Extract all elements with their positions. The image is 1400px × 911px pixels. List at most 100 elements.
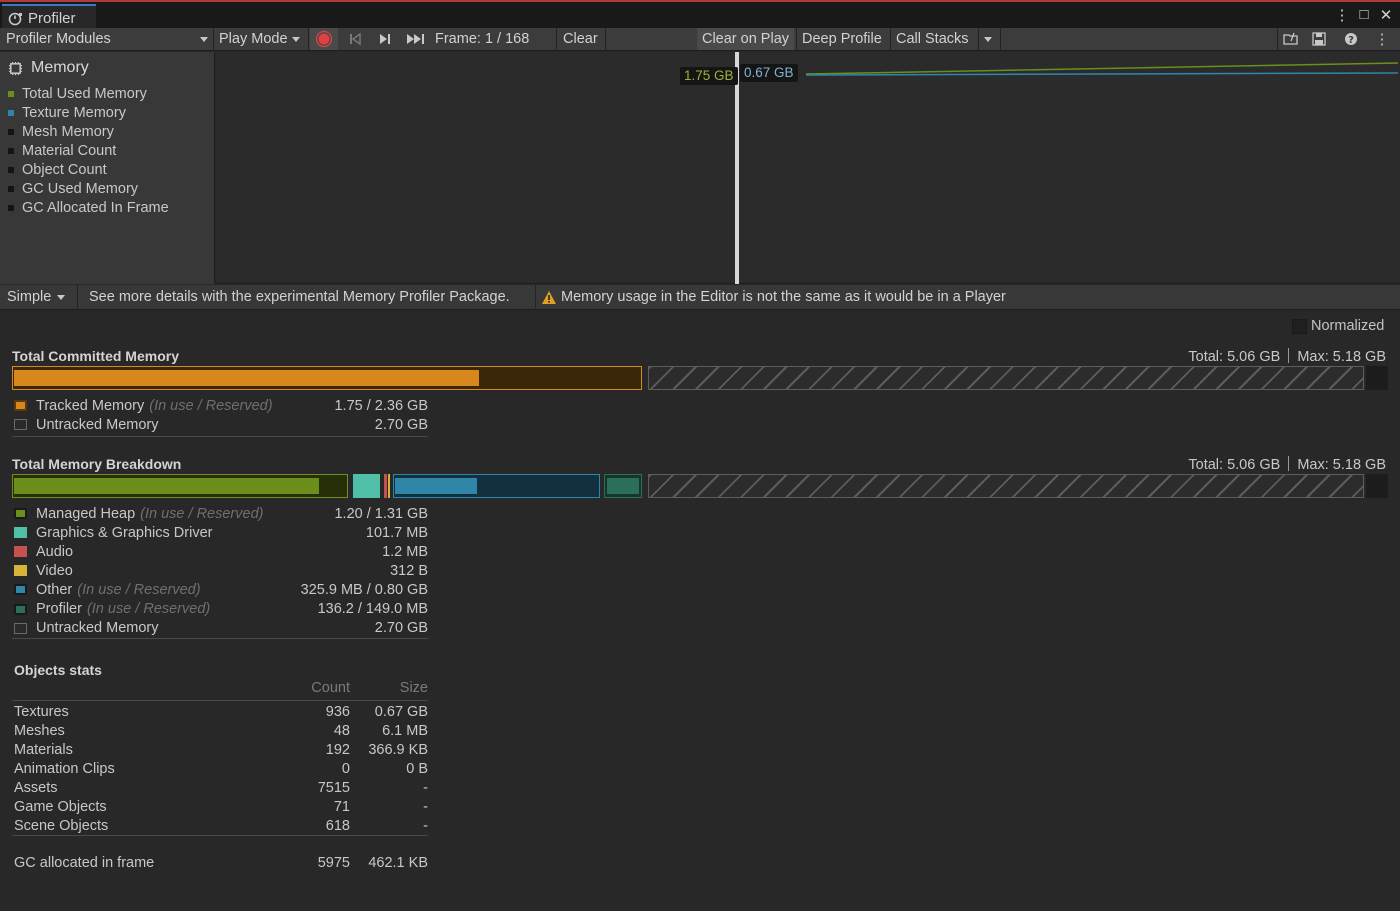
stat-size: 366.9 KB: [368, 741, 428, 758]
profiler-bar[interactable]: [604, 474, 642, 498]
breakdown-max: Max: 5.18 GB: [1297, 457, 1386, 473]
untracked-memory-bar[interactable]: [648, 366, 1364, 390]
normalized-label: Normalized: [1311, 318, 1385, 334]
call-stacks-toggle[interactable]: Call Stacks: [896, 28, 969, 50]
untracked-swatch: [14, 419, 27, 430]
other-bar[interactable]: [393, 474, 600, 498]
normalized-checkbox[interactable]: [1292, 318, 1307, 334]
breakdown-swatch: [14, 546, 27, 558]
committed-memory-title: Total Committed Memory: [12, 348, 179, 364]
breakdown-row: Managed Heap (In use / Reserved) 1.20 / 1.…: [14, 504, 428, 523]
untracked-value: 2.70 GB: [374, 416, 428, 433]
profiler-icon: [8, 12, 22, 26]
clear-on-play-toggle[interactable]: Clear on Play: [697, 28, 794, 50]
memory-profiler-package-link[interactable]: See more details with the experimental M…: [89, 285, 510, 310]
clear-button[interactable]: Clear: [563, 28, 598, 50]
stat-count: 0: [341, 760, 350, 777]
untracked-label: Untracked Memory: [36, 416, 159, 433]
breakdown-total: Total: 5.06 GB: [1188, 457, 1281, 473]
help-button[interactable]: ?: [1339, 28, 1363, 50]
committed-total: Total: 5.06 GB: [1188, 349, 1281, 365]
view-mode-label: Simple: [7, 289, 52, 305]
count-column-header: Count: [311, 679, 350, 696]
objects-stats-row: Materials 192 366.9 KB: [14, 740, 428, 759]
breakdown-row: Profiler (In use / Reserved) 136.2 / 149.0…: [14, 600, 428, 619]
module-series-item[interactable]: Texture Memory: [8, 103, 169, 122]
breakdown-label: Graphics & Graphics Driver: [36, 524, 213, 541]
module-series-item[interactable]: GC Used Memory: [8, 179, 169, 198]
other-in-use-fill: [395, 478, 477, 494]
record-button[interactable]: [310, 28, 338, 50]
deep-profile-toggle[interactable]: Deep Profile: [802, 28, 882, 50]
next-frame-button[interactable]: [371, 28, 399, 50]
module-series-item[interactable]: GC Allocated In Frame: [8, 198, 169, 217]
objects-stats-row: Meshes 48 6.1 MB: [14, 721, 428, 740]
step-forward-icon: [380, 34, 390, 44]
chart-canvas: [735, 52, 1399, 284]
memory-details-panel: Normalized Total Committed Memory Total:…: [0, 311, 1400, 911]
module-series-item[interactable]: Material Count: [8, 141, 169, 160]
committed-totals: Total: 5.06 GB Max: 5.18 GB: [1188, 348, 1386, 365]
breakdown-swatch: [14, 527, 27, 539]
breakdown-value: 101.7 MB: [365, 524, 428, 541]
series-label: Mesh Memory: [22, 123, 114, 140]
close-icon[interactable]: ✕: [1378, 6, 1394, 24]
view-mode-dropdown[interactable]: Simple: [7, 285, 66, 310]
profiler-modules-dropdown[interactable]: Profiler Modules: [6, 28, 211, 50]
module-series-item[interactable]: Total Used Memory: [8, 84, 169, 103]
warning-icon: [542, 291, 556, 304]
last-frame-button[interactable]: [401, 28, 431, 50]
tracked-memory-bar[interactable]: [12, 366, 642, 390]
memory-module-header[interactable]: Memory: [8, 58, 89, 78]
chevron-down-icon: [984, 36, 992, 42]
profiler-toolbar: Profiler Modules Play Mode Frame: 1 / 16…: [0, 28, 1400, 51]
series-color-swatch: [8, 147, 14, 154]
editor-memory-warning: Memory usage in the Editor is not the sa…: [541, 285, 1006, 310]
call-stacks-dropdown[interactable]: [982, 28, 998, 50]
graphics-bar[interactable]: [353, 474, 380, 498]
stat-size: -: [423, 817, 428, 834]
breakdown-title: Total Memory Breakdown: [12, 456, 182, 472]
objects-stats-row: Scene Objects 618 -: [14, 816, 428, 835]
breakdown-value: 312 B: [390, 562, 428, 579]
module-series-item[interactable]: Mesh Memory: [8, 122, 169, 141]
stat-label: Meshes: [14, 722, 65, 739]
tab-label: Profiler: [28, 9, 76, 27]
stat-label: Materials: [14, 741, 73, 758]
series-color-swatch: [8, 90, 14, 97]
breakdown-label: Other: [36, 581, 73, 598]
tab-profiler[interactable]: Profiler: [2, 4, 96, 30]
gc-count: 5975: [317, 854, 350, 871]
objects-stats-row: Game Objects 71 -: [14, 797, 428, 816]
breakdown-value: 136.2 / 149.0 MB: [317, 601, 428, 617]
video-bar[interactable]: [388, 474, 390, 498]
stat-count: 7515: [317, 779, 350, 796]
breakdown-swatch: [14, 603, 27, 615]
breakdown-row: Graphics & Graphics Driver 101.7 MB: [14, 523, 428, 542]
more-options-icon[interactable]: ⋮: [1334, 6, 1350, 24]
first-frame-button[interactable]: [341, 28, 369, 50]
load-button[interactable]: [1279, 28, 1303, 50]
stat-size: -: [423, 798, 428, 815]
normalized-toggle[interactable]: Normalized: [1292, 318, 1384, 334]
managed-heap-bar[interactable]: [12, 474, 348, 498]
chevron-down-icon: [200, 37, 208, 42]
toolbar-more-icon[interactable]: ⋮: [1372, 28, 1392, 50]
memory-chart[interactable]: 1.75 GB 0.67 GB: [216, 52, 1400, 284]
save-button[interactable]: [1307, 28, 1331, 50]
play-mode-dropdown[interactable]: Play Mode: [219, 28, 300, 50]
stat-size: 6.1 MB: [382, 722, 428, 739]
folder-open-icon: [1283, 32, 1298, 45]
module-series-item[interactable]: Object Count: [8, 160, 169, 179]
frame-cursor[interactable]: [735, 52, 739, 284]
breakdown-untracked-bar[interactable]: [648, 474, 1364, 498]
stat-label: Game Objects: [14, 798, 107, 815]
breakdown-label: Profiler: [36, 601, 82, 617]
audio-bar[interactable]: [384, 474, 387, 498]
maximize-icon[interactable]: □: [1356, 6, 1372, 24]
stat-count: 936: [325, 703, 350, 720]
tracked-value: 1.75 / 2.36 GB: [334, 397, 428, 414]
help-icon: ?: [1345, 33, 1357, 46]
objects-stats-title: Objects stats: [14, 662, 102, 678]
breakdown-row: Audio 1.2 MB: [14, 542, 428, 561]
